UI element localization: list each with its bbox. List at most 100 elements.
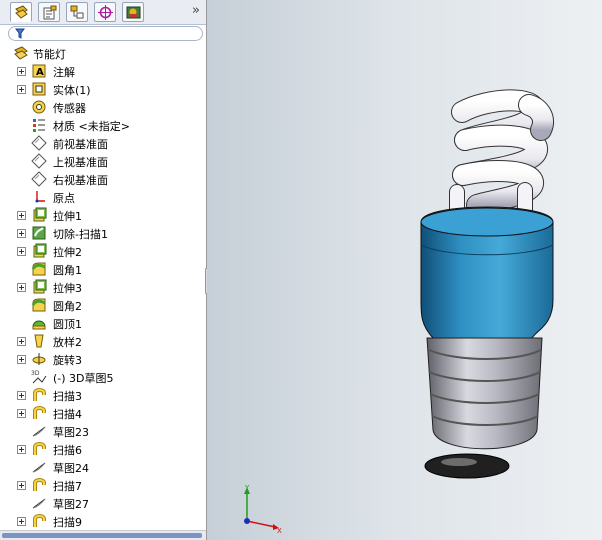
sweep-icon — [33, 514, 46, 527]
tree-item-label: 前视基准面 — [53, 138, 108, 151]
tree-item[interactable]: 草图24 — [0, 458, 206, 476]
expand-icon[interactable] — [17, 229, 26, 238]
featuremanager-tab[interactable] — [10, 2, 32, 22]
tree-item-label: 注解 — [53, 66, 75, 79]
expand-icon[interactable] — [17, 211, 26, 220]
plane-icon — [31, 171, 47, 187]
expand-icon[interactable] — [17, 85, 26, 94]
tree-item-label: 上视基准面 — [53, 156, 108, 169]
tree-filter-input[interactable] — [8, 26, 203, 41]
tree-item[interactable]: 旋转3 — [0, 350, 206, 368]
material-icon — [33, 119, 45, 132]
panel-tab-bar: » — [0, 0, 206, 25]
tree-item[interactable]: 拉伸3 — [0, 278, 206, 296]
tree-item-label: 右视基准面 — [53, 174, 108, 187]
tree-item[interactable]: 扫描4 — [0, 404, 206, 422]
tree-item[interactable]: 右视基准面 — [0, 170, 206, 188]
revolve-icon — [32, 353, 46, 365]
propertymanager-tab[interactable] — [38, 2, 60, 22]
more-tabs-button[interactable]: » — [192, 3, 200, 18]
graphics-area[interactable]: Y X — [207, 0, 602, 540]
sensors-icon — [32, 100, 46, 114]
tree-item-label: 旋转3 — [53, 354, 82, 367]
tree-item[interactable]: 扫描7 — [0, 476, 206, 494]
tree-item[interactable]: 上视基准面 — [0, 152, 206, 170]
tree-item-label: (-) 3D草图5 — [53, 372, 114, 385]
tree-item-label: 圆角1 — [53, 264, 82, 277]
tree-item[interactable]: 草图23 — [0, 422, 206, 440]
expand-icon[interactable] — [17, 409, 26, 418]
expand-icon[interactable] — [17, 67, 26, 76]
tree-item-label: 扫描3 — [53, 390, 82, 403]
sketch-icon — [32, 462, 46, 473]
tree-item[interactable]: 放样2 — [0, 332, 206, 350]
tree-item[interactable]: 拉伸2 — [0, 242, 206, 260]
spiral-tube — [449, 89, 554, 218]
tree-item[interactable]: 切除-扫描1 — [0, 224, 206, 242]
tree-item-label: 扫描7 — [53, 480, 82, 493]
tree-item[interactable]: 扫描9 — [0, 512, 206, 530]
expand-icon[interactable] — [17, 247, 26, 256]
filter-icon — [15, 28, 25, 39]
svg-text:3D: 3D — [31, 370, 40, 377]
sketch3d-icon: 3D — [31, 370, 47, 384]
tree-item[interactable]: 原点 — [0, 188, 206, 206]
svg-text:A: A — [36, 67, 44, 78]
tree-item[interactable]: 3D (-) 3D草图5 — [0, 368, 206, 386]
tree-item-label: 草图24 — [53, 462, 89, 475]
axis-triad: Y X — [244, 484, 282, 535]
tree-root[interactable]: 节能灯 — [0, 44, 206, 62]
configurationmanager-icon — [70, 5, 84, 19]
tree-item[interactable]: 实体(1) — [0, 80, 206, 98]
dimxpert-icon — [98, 5, 113, 20]
tree-item-label: 拉伸3 — [53, 282, 82, 295]
tree-item[interactable]: 材质 <未指定> — [0, 116, 206, 134]
triad-y-label: Y — [244, 484, 250, 492]
sketch-icon — [32, 498, 46, 509]
tree-item[interactable]: 前视基准面 — [0, 134, 206, 152]
tree-item-label: 拉伸2 — [53, 246, 82, 259]
tree-item-label: 圆顶1 — [53, 318, 82, 331]
tree-item[interactable]: 圆角2 — [0, 296, 206, 314]
tree-item-label: 草图27 — [53, 498, 89, 511]
dome-icon — [32, 320, 46, 330]
expand-icon[interactable] — [17, 517, 26, 526]
bulb-housing — [420, 206, 554, 339]
screw-base — [424, 337, 543, 479]
expand-icon[interactable] — [17, 283, 26, 292]
tree-item-label: 放样2 — [53, 336, 82, 349]
feature-manager-panel: » 节能灯 A 注解实体(1) 传感器 材质 <未指定> 前视基准面上视基准面右视基准面… — [0, 0, 211, 540]
tree-item-label: 扫描6 — [53, 444, 82, 457]
expand-icon[interactable] — [17, 481, 26, 490]
tree-item-label: 传感器 — [53, 102, 86, 115]
tree-item[interactable]: 圆顶1 — [0, 314, 206, 332]
featuremanager-icon — [15, 5, 28, 19]
sketch-icon — [32, 426, 46, 437]
dimxpert-tab[interactable] — [94, 2, 116, 22]
tree-item-label: 原点 — [53, 192, 75, 205]
tree-item[interactable]: 扫描3 — [0, 386, 206, 404]
expand-icon[interactable] — [17, 337, 26, 346]
part-icon — [14, 46, 28, 60]
tree-root-label: 节能灯 — [33, 48, 66, 61]
tree-item[interactable]: 拉伸1 — [0, 206, 206, 224]
tree-item[interactable]: A 注解 — [0, 62, 206, 80]
tree-item-label: 拉伸1 — [53, 210, 82, 223]
configurationmanager-tab[interactable] — [66, 2, 88, 22]
extrude-icon — [33, 243, 47, 258]
tree-item[interactable]: 圆角1 — [0, 260, 206, 278]
tree-item-label: 实体(1) — [53, 84, 91, 97]
propertymanager-icon — [43, 5, 57, 20]
expand-icon[interactable] — [17, 355, 26, 364]
tree-item-label: 扫描9 — [53, 516, 82, 529]
expand-icon[interactable] — [17, 391, 26, 400]
tree-item[interactable]: 草图27 — [0, 494, 206, 512]
plane-icon — [31, 153, 47, 169]
tree-item[interactable]: 扫描6 — [0, 440, 206, 458]
tree-item[interactable]: 传感器 — [0, 98, 206, 116]
bulb-model: Y X — [244, 89, 554, 535]
sweep-icon — [33, 388, 46, 401]
tree-horizontal-scrollbar[interactable] — [0, 530, 206, 540]
expand-icon[interactable] — [17, 445, 26, 454]
display-manager-tab[interactable] — [122, 2, 144, 22]
